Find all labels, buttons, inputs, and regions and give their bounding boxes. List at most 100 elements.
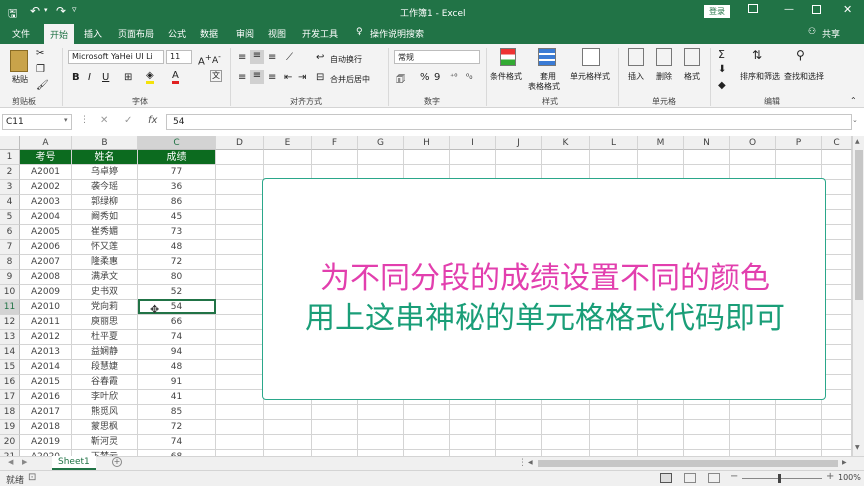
table-cell[interactable]: 蒙思枫	[72, 420, 138, 435]
table-cell[interactable]: A2004	[20, 210, 72, 225]
table-cell[interactable]: 袭今瑶	[72, 180, 138, 195]
grid-cell[interactable]	[776, 150, 822, 165]
table-cell[interactable]: 86	[138, 195, 216, 210]
grid-cell[interactable]	[822, 435, 852, 450]
insert-cells-icon[interactable]	[628, 48, 644, 66]
maximize-icon[interactable]	[812, 5, 821, 14]
table-cell[interactable]: 满承文	[72, 270, 138, 285]
column-header[interactable]: M	[638, 136, 684, 150]
grid-cell[interactable]	[684, 435, 730, 450]
wrap-text-icon[interactable]: ↩	[316, 52, 324, 63]
grid-cell[interactable]	[542, 150, 590, 165]
row-header[interactable]: 3	[0, 180, 20, 195]
grid-cell[interactable]	[312, 405, 358, 420]
grid-cell[interactable]	[822, 195, 852, 210]
table-cell[interactable]: 阚秀如	[72, 210, 138, 225]
decrease-decimal-icon[interactable]: ⁰₀	[466, 72, 472, 81]
table-cell[interactable]: 怀又莲	[72, 240, 138, 255]
table-cell[interactable]: 45	[138, 210, 216, 225]
cancel-icon[interactable]: ✕	[100, 115, 108, 126]
grid-cell[interactable]	[590, 150, 638, 165]
format-cells-icon[interactable]	[684, 48, 700, 66]
row-header[interactable]: 7	[0, 240, 20, 255]
table-cell[interactable]: A2008	[20, 270, 72, 285]
grid-cell[interactable]	[776, 405, 822, 420]
table-cell[interactable]: A2014	[20, 360, 72, 375]
grid-cell[interactable]	[730, 420, 776, 435]
cell-styles-icon[interactable]	[582, 48, 600, 66]
ribbon-display-icon[interactable]	[748, 4, 758, 13]
row-header[interactable]: 20	[0, 435, 20, 450]
grid-cell[interactable]	[776, 420, 822, 435]
wrap-text-button[interactable]: 自动换行	[330, 54, 362, 65]
grid-cell[interactable]	[216, 435, 264, 450]
grid-cell[interactable]	[730, 150, 776, 165]
sort-filter-icon[interactable]: ⇅	[752, 48, 762, 62]
table-cell[interactable]: A2019	[20, 435, 72, 450]
grid-cell[interactable]	[730, 435, 776, 450]
italic-button[interactable]: I	[88, 72, 91, 83]
grid-cell[interactable]	[822, 390, 852, 405]
vertical-scrollbar[interactable]: ▲ ▼	[852, 136, 864, 456]
fill-icon[interactable]: ⬇	[718, 64, 726, 75]
column-header[interactable]: C	[822, 136, 852, 150]
scroll-thumb[interactable]	[855, 150, 863, 300]
grid-cell[interactable]	[822, 150, 852, 165]
table-cell[interactable]: A2017	[20, 405, 72, 420]
column-header[interactable]: D	[216, 136, 264, 150]
find-select-icon[interactable]: ⚲	[796, 48, 805, 62]
grid-cell[interactable]	[684, 150, 730, 165]
zoom-level[interactable]: 100%	[838, 473, 861, 482]
grid-cell[interactable]	[590, 420, 638, 435]
name-box[interactable]: C11	[2, 114, 72, 130]
grid-cell[interactable]	[822, 225, 852, 240]
table-cell[interactable]: 73	[138, 225, 216, 240]
row-header[interactable]: 10	[0, 285, 20, 300]
format-cells-button[interactable]: 格式	[684, 71, 700, 82]
table-cell[interactable]: 熊觅风	[72, 405, 138, 420]
align-center-icon[interactable]: ≡	[250, 70, 264, 84]
table-cell[interactable]: 80	[138, 270, 216, 285]
table-cell[interactable]: A2009	[20, 285, 72, 300]
table-header-cell[interactable]: 考号	[20, 150, 72, 165]
align-right-icon[interactable]: ≡	[268, 72, 276, 83]
table-cell[interactable]: A2007	[20, 255, 72, 270]
row-header[interactable]: 14	[0, 345, 20, 360]
percent-button[interactable]: %	[420, 72, 430, 83]
grid-cell[interactable]	[542, 420, 590, 435]
grid-cell[interactable]	[216, 255, 264, 270]
table-cell[interactable]: 靳河灵	[72, 435, 138, 450]
expand-formula-icon[interactable]: ⌄	[852, 116, 858, 124]
grid-cell[interactable]	[450, 405, 496, 420]
column-header[interactable]: K	[542, 136, 590, 150]
tab-insert[interactable]: 插入	[84, 27, 102, 40]
phonetic-icon[interactable]: 文	[210, 70, 222, 82]
collapse-ribbon-icon[interactable]: ⌃	[850, 96, 857, 105]
align-left-icon[interactable]: ≡	[238, 72, 246, 83]
table-header-cell[interactable]: 成绩	[138, 150, 216, 165]
undo-icon[interactable]: ↶	[30, 4, 40, 18]
grid-cell[interactable]	[404, 435, 450, 450]
font-color-icon[interactable]: A	[172, 70, 179, 84]
increase-decimal-icon[interactable]: ⁺⁰	[450, 72, 457, 81]
zoom-slider-track[interactable]	[742, 478, 822, 479]
grid-cell[interactable]	[358, 150, 404, 165]
grid-cell[interactable]	[264, 405, 312, 420]
table-cell[interactable]: 庾丽思	[72, 315, 138, 330]
grid-cell[interactable]	[216, 165, 264, 180]
grid-cell[interactable]	[822, 345, 852, 360]
tab-split-icon[interactable]: ⋮	[518, 458, 527, 468]
grid-cell[interactable]	[358, 420, 404, 435]
table-cell[interactable]: 94	[138, 345, 216, 360]
grid-cell[interactable]	[216, 330, 264, 345]
grid-cell[interactable]	[312, 420, 358, 435]
tab-data[interactable]: 数据	[200, 27, 218, 40]
grid-cell[interactable]	[496, 150, 542, 165]
normal-view-icon[interactable]	[660, 473, 672, 483]
grid-cell[interactable]	[590, 435, 638, 450]
table-cell[interactable]: A2006	[20, 240, 72, 255]
column-header[interactable]: B	[72, 136, 138, 150]
zoom-in-button[interactable]: +	[826, 471, 834, 482]
insert-cells-button[interactable]: 插入	[628, 71, 644, 82]
currency-icon[interactable]: 🗊	[396, 72, 405, 89]
